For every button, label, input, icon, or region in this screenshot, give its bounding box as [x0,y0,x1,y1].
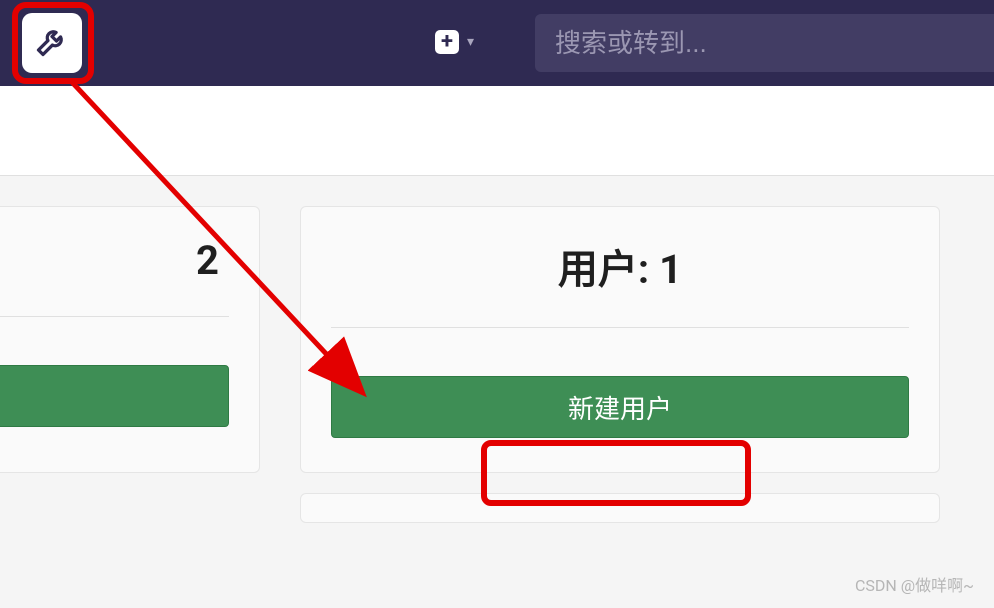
card-left-value: 2 [0,237,229,284]
top-navigation-bar: + ▾ [0,0,994,86]
dashboard-card-bottom [300,493,940,523]
users-card-title: 用户: 1 [331,237,909,295]
dashboard-cards-row: 2 用户: 1 新建用户 [0,176,994,473]
nav-create-dropdown[interactable]: + ▾ [435,30,474,54]
dashboard-card-left: 2 [0,206,260,473]
chevron-down-icon: ▾ [467,34,474,50]
card-left-action-button[interactable] [0,365,229,427]
new-user-button[interactable]: 新建用户 [331,376,909,438]
content-header [0,86,994,176]
card-divider [331,327,909,328]
dashboard-card-users: 用户: 1 新建用户 [300,206,940,473]
card-divider [0,316,229,317]
wrench-icon [34,23,70,63]
admin-settings-button[interactable] [22,13,82,73]
watermark-text: CSDN @做咩啊~ [855,572,974,596]
plus-icon: + [435,30,459,54]
search-input[interactable] [535,14,994,72]
